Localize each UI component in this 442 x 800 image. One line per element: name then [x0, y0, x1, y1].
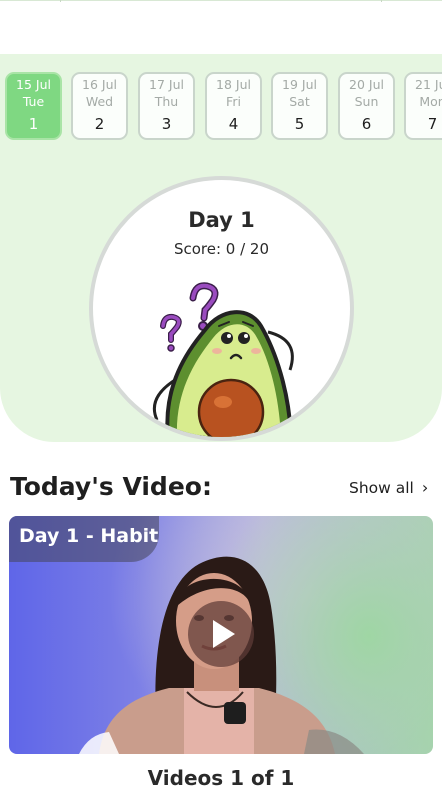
day-card-6[interactable]: 20 Jul Sun 6	[338, 72, 395, 140]
day-date: 19 Jul	[282, 77, 317, 92]
top-bar	[0, 0, 442, 54]
day-card-4[interactable]: 18 Jul Fri 4	[205, 72, 262, 140]
day-weekday: Tue	[22, 94, 45, 109]
day-selector: 15 Jul Tue 1 16 Jul Wed 2 17 Jul Thu 3 1…	[0, 72, 442, 142]
day-number: 4	[228, 115, 239, 133]
day-weekday: Mon	[419, 94, 442, 109]
video-badge: Day 1 - Habit	[9, 516, 159, 562]
play-icon[interactable]	[188, 601, 254, 667]
videos-counter: Videos 1 of 1	[147, 766, 295, 790]
day-card-5[interactable]: 19 Jul Sat 5	[271, 72, 328, 140]
tab-tick	[60, 0, 61, 2]
day-date: 21 Jul	[415, 77, 442, 92]
day-number: 6	[361, 115, 372, 133]
day-weekday: Fri	[226, 94, 241, 109]
show-all-link[interactable]: Show all ›	[349, 478, 428, 497]
day-number: 2	[94, 115, 105, 133]
show-all-label: Show all	[349, 478, 414, 497]
day-date: 20 Jul	[349, 77, 384, 92]
chevron-right-icon: ›	[421, 478, 429, 497]
avocado-thinking-icon	[152, 282, 294, 437]
tab-tick	[381, 0, 382, 2]
day-number: 5	[294, 115, 305, 133]
top-divider	[0, 0, 442, 1]
day-date: 15 Jul	[16, 77, 51, 92]
day-weekday: Sun	[354, 94, 379, 109]
day-card-1[interactable]: 15 Jul Tue 1	[5, 72, 62, 140]
progress-circle: Day 1 Score: 0 / 20	[89, 176, 354, 441]
day-weekday: Thu	[154, 94, 179, 109]
day-weekday: Wed	[85, 94, 114, 109]
day-number: 1	[28, 115, 39, 133]
day-number: 3	[161, 115, 172, 133]
day-number: 7	[427, 115, 438, 133]
day-date: 16 Jul	[82, 77, 117, 92]
day-card-3[interactable]: 17 Jul Thu 3	[138, 72, 195, 140]
day-date: 17 Jul	[149, 77, 184, 92]
todays-video-heading: Today's Video:	[10, 472, 212, 501]
day-card-7[interactable]: 21 Jul Mon 7	[404, 72, 442, 140]
day-weekday: Sat	[289, 94, 310, 109]
day-date: 18 Jul	[216, 77, 251, 92]
video-player[interactable]: Day 1 - Habit	[9, 516, 433, 754]
day-card-2[interactable]: 16 Jul Wed 2	[71, 72, 128, 140]
